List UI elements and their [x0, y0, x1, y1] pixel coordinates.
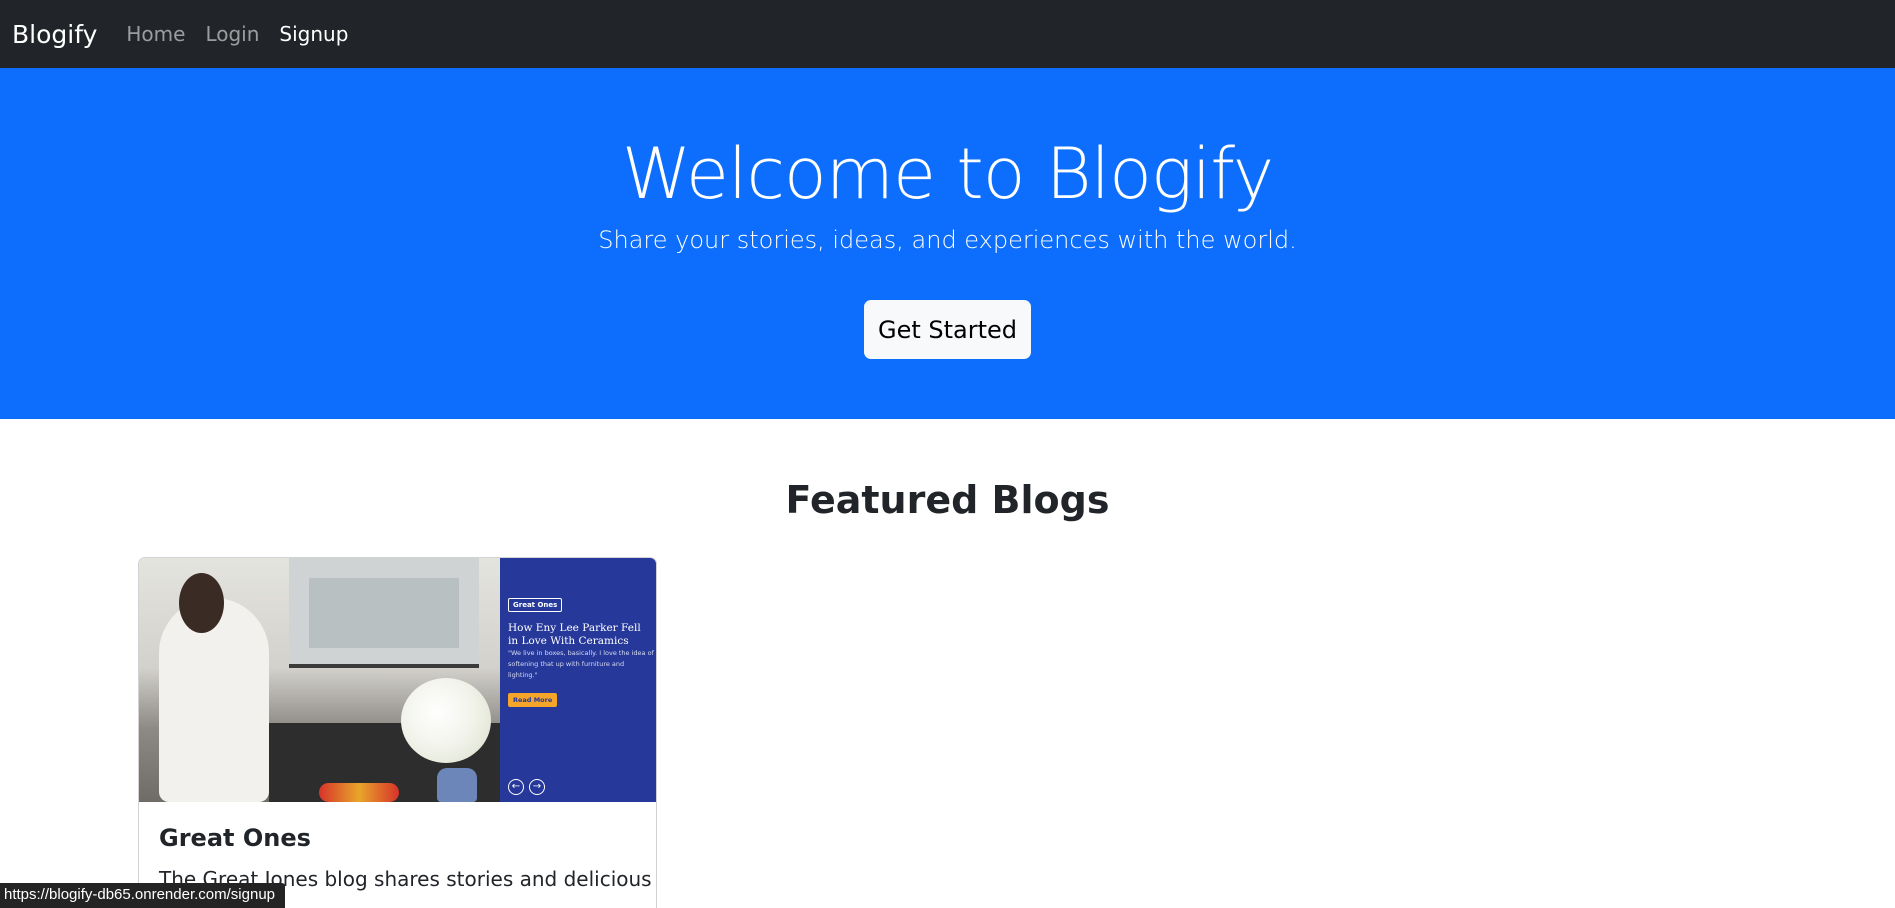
nav-link-signup[interactable]: Signup	[279, 22, 348, 46]
get-started-button[interactable]: Get Started	[864, 300, 1031, 359]
hero-subtitle: Share your stories, ideas, and experienc…	[598, 226, 1297, 254]
navbar: Blogify Home Login Signup	[0, 0, 1895, 68]
blog-card-image: Great Ones How Eny Lee Parker Fell in Lo…	[139, 558, 656, 802]
promo-panel: Great Ones How Eny Lee Parker Fell in Lo…	[500, 558, 656, 802]
featured-blogs-heading: Featured Blogs	[785, 478, 1110, 522]
hero-title: Welcome to Blogify	[621, 133, 1274, 215]
brand-logo[interactable]: Blogify	[12, 20, 97, 49]
arrow-left-icon: ←	[508, 779, 524, 795]
arrow-right-icon: →	[529, 779, 545, 795]
fruit-shape	[319, 783, 399, 802]
nav-link-home[interactable]: Home	[126, 22, 185, 46]
blog-card-title[interactable]: Great Ones	[159, 824, 311, 852]
kitchen-photo	[139, 558, 500, 802]
cabinet-shape	[289, 558, 479, 668]
head-shape	[179, 573, 224, 633]
vase-shape	[437, 768, 477, 802]
promo-read-more: Read More	[508, 693, 558, 707]
hero-section: Welcome to Blogify Share your stories, i…	[0, 68, 1895, 419]
promo-tag: Great Ones	[508, 598, 563, 612]
status-bar-url: https://blogify-db65.onrender.com/signup	[0, 883, 286, 908]
flowers-shape	[401, 678, 491, 763]
nav-link-login[interactable]: Login	[205, 22, 259, 46]
promo-headline: How Eny Lee Parker Fell in Love With Cer…	[508, 622, 641, 647]
blog-card[interactable]: Great Ones How Eny Lee Parker Fell in Lo…	[138, 557, 657, 908]
promo-quote: "We live in boxes, basically. I love the…	[508, 649, 654, 679]
person-shape	[159, 598, 269, 802]
